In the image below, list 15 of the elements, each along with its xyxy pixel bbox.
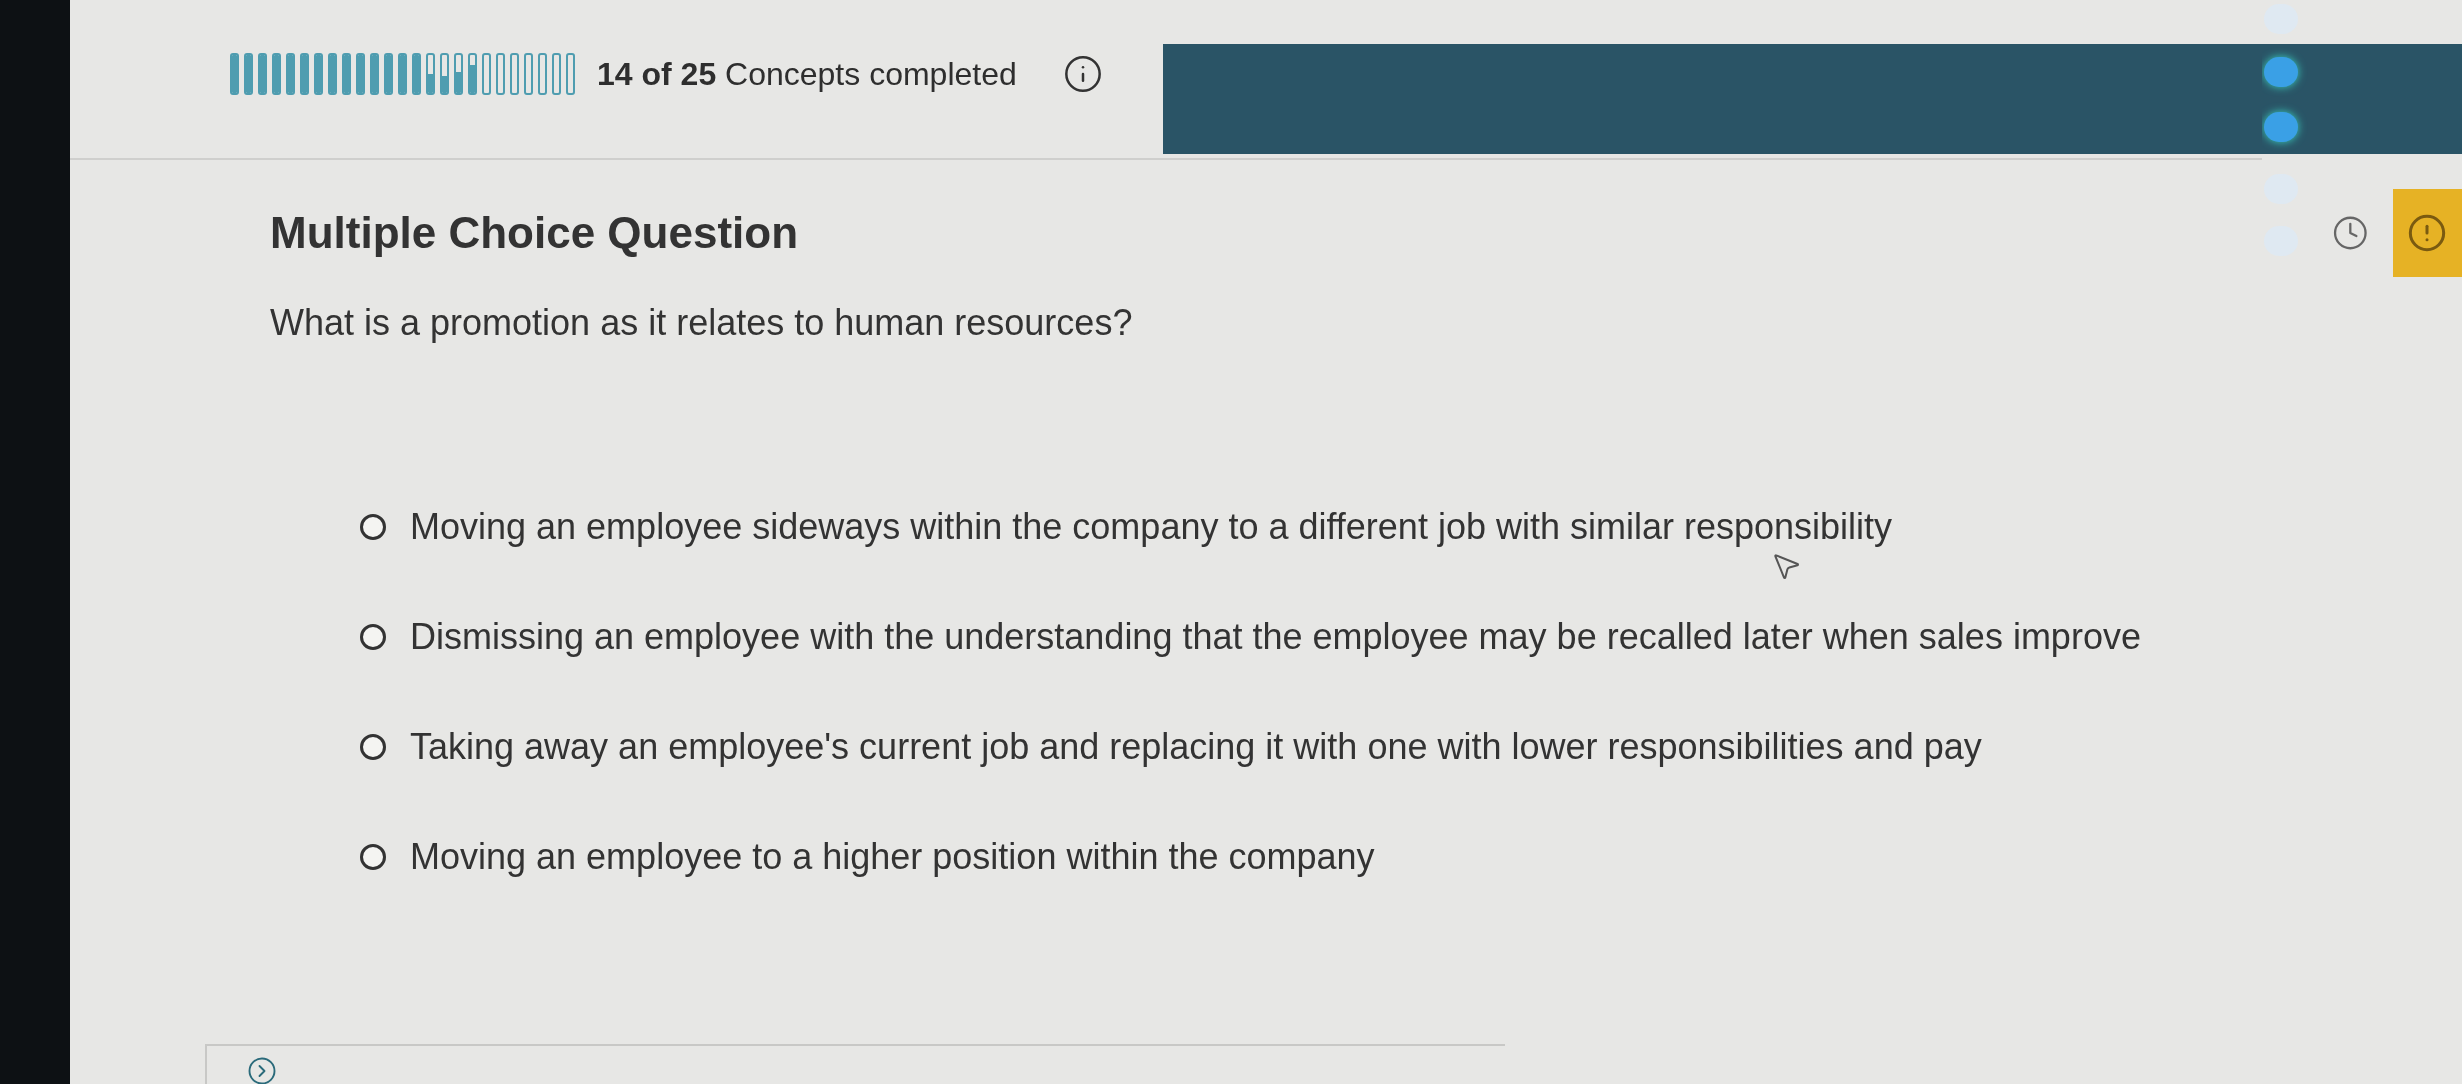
radio-button[interactable] [360, 624, 386, 650]
concepts-completed-label: 14 of 25 Concepts completed [597, 55, 1017, 94]
clock-icon[interactable] [2332, 214, 2369, 252]
answer-option[interactable]: Taking away an employee's current job and replacing it with one with lower responsibilities and pay [410, 720, 1982, 774]
answer-option[interactable]: Moving an employee to a higher position within the company [410, 830, 1375, 884]
radio-button[interactable] [360, 844, 386, 870]
question-prompt: What is a promotion as it relates to human resources? [270, 301, 1134, 345]
info-icon[interactable] [1062, 54, 1103, 94]
alert-button[interactable] [2392, 189, 2462, 277]
alert-icon [2407, 213, 2448, 253]
answer-option[interactable]: Dismissing an employee with the understanding that the employee may be recalled later when sales improve [410, 610, 2141, 664]
radio-button[interactable] [360, 514, 386, 540]
answer-option[interactable]: Moving an employee sideways within the company to a different job with similar responsibility [410, 500, 1893, 554]
radio-button[interactable] [360, 734, 386, 760]
question-type-title: Multiple Choice Question [270, 207, 800, 259]
